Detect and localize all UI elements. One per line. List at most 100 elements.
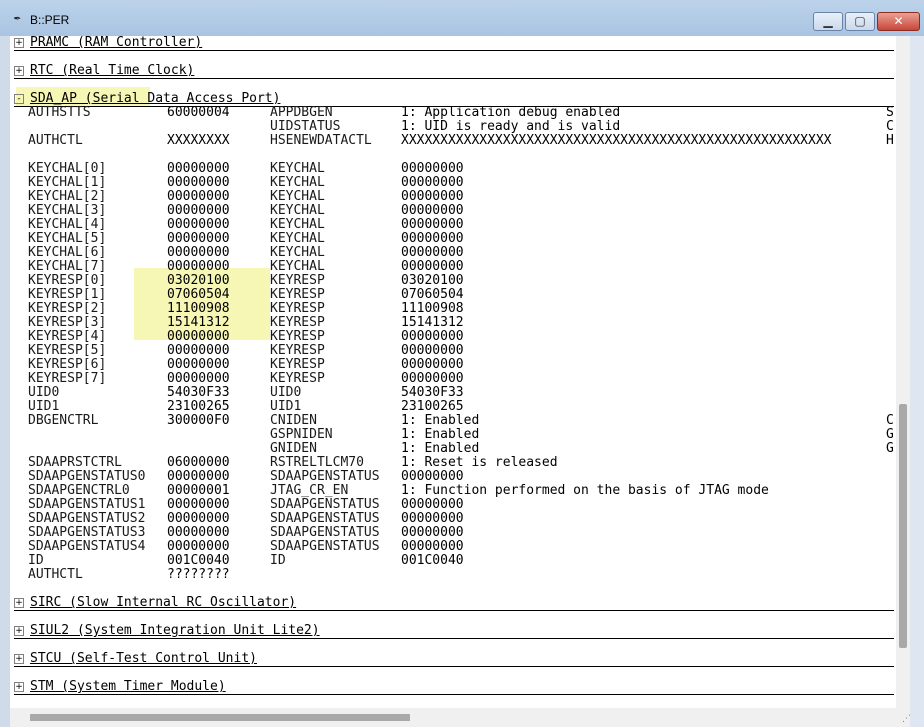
maximize-button[interactable]: ▢ <box>845 12 875 31</box>
expand-toggle-icon[interactable]: - <box>14 94 24 104</box>
register-value[interactable]: 00000000 <box>167 176 230 190</box>
field-value[interactable]: 00000000 <box>401 218 464 232</box>
register-value[interactable]: 00000000 <box>167 358 230 372</box>
register-value[interactable]: 00000000 <box>167 246 230 260</box>
expand-toggle-icon[interactable]: + <box>14 682 24 692</box>
register-value[interactable]: 00000000 <box>167 512 230 526</box>
register-value[interactable]: 11100908 <box>167 302 230 316</box>
register-value[interactable]: 00000000 <box>167 372 230 386</box>
group-label[interactable]: SIUL2 (System Integration Unit Lite2) <box>30 623 320 638</box>
group-label[interactable]: STCU (Self-Test Control Unit) <box>30 651 257 666</box>
field-value[interactable]: 07060504 <box>401 288 464 302</box>
register-name: UID1 <box>28 399 60 414</box>
register-value[interactable]: 001C0040 <box>167 554 230 568</box>
field-value[interactable]: 00000000 <box>401 232 464 246</box>
vertical-scroll-thumb[interactable] <box>899 404 907 648</box>
field-value[interactable]: 15141312 <box>401 316 464 330</box>
field-value[interactable]: 00000000 <box>401 498 464 512</box>
field-value[interactable]: 1: UID is ready and is valid <box>401 120 620 134</box>
register-value[interactable]: 60000004 <box>167 106 230 120</box>
field-value[interactable]: 001C0040 <box>401 554 464 568</box>
register-value[interactable]: 00000000 <box>167 204 230 218</box>
window-title: B::PER <box>30 13 70 27</box>
field-value[interactable]: 00000000 <box>401 176 464 190</box>
field-value[interactable]: 00000000 <box>401 246 464 260</box>
field-value[interactable]: 11100908 <box>401 302 464 316</box>
group-label[interactable]: RTC (Real Time Clock) <box>30 63 194 78</box>
group-header-rtc[interactable]: + RTC (Real Time Clock) <box>14 64 194 78</box>
group-header-sirc[interactable]: + SIRC (Slow Internal RC Oscillator) <box>14 596 296 610</box>
vertical-scrollbar[interactable] <box>896 36 910 708</box>
field-value[interactable]: 00000000 <box>401 162 464 176</box>
expand-toggle-icon[interactable]: + <box>14 66 24 76</box>
register-value[interactable]: 00000001 <box>167 484 230 498</box>
register-value[interactable]: 15141312 <box>167 316 230 330</box>
register-value[interactable]: 23100265 <box>167 400 230 414</box>
expand-toggle-icon[interactable]: + <box>14 38 24 48</box>
expand-toggle-icon[interactable]: + <box>14 626 24 636</box>
horizontal-scroll-thumb[interactable] <box>30 714 410 721</box>
field-value[interactable]: XXXXXXXXXXXXXXXXXXXXXXXXXXXXXXXXXXXXXXXX… <box>401 134 831 148</box>
field-value[interactable]: 00000000 <box>401 540 464 554</box>
field-value[interactable]: 1: Application debug enabled <box>401 106 620 120</box>
field-value[interactable]: 03020100 <box>401 274 464 288</box>
field-value[interactable]: 1: Enabled <box>401 428 479 442</box>
horizontal-scrollbar[interactable]: ⋰ <box>10 708 911 727</box>
field-name: SDAAPGENSTATUS <box>270 497 380 512</box>
group-header-pramc[interactable]: + PRAMC (RAM Controller) <box>14 36 202 50</box>
register-value[interactable]: 00000000 <box>167 330 230 344</box>
maximize-icon: ▢ <box>854 14 866 28</box>
group-label[interactable]: PRAMC (RAM Controller) <box>30 36 202 50</box>
register-value[interactable]: 00000000 <box>167 260 230 274</box>
field-value[interactable]: 00000000 <box>401 190 464 204</box>
register-value[interactable]: 00000000 <box>167 540 230 554</box>
register-value[interactable]: 00000000 <box>167 344 230 358</box>
group-divider <box>14 78 894 79</box>
field-value[interactable]: 54030F33 <box>401 386 464 400</box>
resize-grip-icon[interactable]: ⋰ <box>902 714 911 724</box>
register-value[interactable]: 06000000 <box>167 456 230 470</box>
minimize-button[interactable]: ▁ <box>813 12 843 31</box>
field-value[interactable]: 00000000 <box>401 204 464 218</box>
register-value[interactable]: 00000000 <box>167 498 230 512</box>
field-value[interactable]: 00000000 <box>401 470 464 484</box>
field-name: SDAAPGENSTATUS <box>270 539 380 554</box>
group-header-sda-ap[interactable]: - SDA_AP (Serial Data Access Port) <box>14 92 280 106</box>
field-value[interactable]: 00000000 <box>401 372 464 386</box>
register-value[interactable]: 03020100 <box>167 274 230 288</box>
register-value[interactable]: 00000000 <box>167 162 230 176</box>
group-label[interactable]: STM (System Timer Module) <box>30 679 226 694</box>
field-value[interactable]: 1: Enabled <box>401 442 479 456</box>
register-value[interactable]: 00000000 <box>167 218 230 232</box>
field-value[interactable]: 00000000 <box>401 358 464 372</box>
group-header-stm[interactable]: + STM (System Timer Module) <box>14 680 226 694</box>
field-value[interactable]: 00000000 <box>401 330 464 344</box>
register-value[interactable]: 00000000 <box>167 470 230 484</box>
register-value[interactable]: 07060504 <box>167 288 230 302</box>
field-value[interactable]: 1: Function performed on the basis of JT… <box>401 484 769 498</box>
field-name: UIDSTATUS <box>270 119 341 134</box>
expand-toggle-icon[interactable]: + <box>14 654 24 664</box>
field-value[interactable]: 00000000 <box>401 512 464 526</box>
field-value[interactable]: 00000000 <box>401 526 464 540</box>
field-name: CNIDEN <box>270 413 317 428</box>
expand-toggle-icon[interactable]: + <box>14 598 24 608</box>
field-name: UID1 <box>270 399 302 414</box>
register-value[interactable]: XXXXXXXX <box>167 134 230 148</box>
group-header-siul2[interactable]: + SIUL2 (System Integration Unit Lite2) <box>14 624 320 638</box>
group-label[interactable]: SIRC (Slow Internal RC Oscillator) <box>30 595 296 610</box>
group-header-stcu[interactable]: + STCU (Self-Test Control Unit) <box>14 652 257 666</box>
register-value[interactable]: 00000000 <box>167 526 230 540</box>
field-value[interactable]: 23100265 <box>401 400 464 414</box>
register-value[interactable]: ???????? <box>167 568 230 582</box>
field-value[interactable]: 1: Reset is released <box>401 456 558 470</box>
register-value[interactable]: 00000000 <box>167 232 230 246</box>
field-value[interactable]: 1: Enabled <box>401 414 479 428</box>
register-value[interactable]: 54030F33 <box>167 386 230 400</box>
field-value[interactable]: 00000000 <box>401 260 464 274</box>
group-label[interactable]: SDA_AP (Serial Data Access Port) <box>30 91 280 106</box>
field-value[interactable]: 00000000 <box>401 344 464 358</box>
register-value[interactable]: 00000000 <box>167 190 230 204</box>
register-value[interactable]: 300000F0 <box>167 414 230 428</box>
close-button[interactable]: ✕ <box>877 12 920 31</box>
